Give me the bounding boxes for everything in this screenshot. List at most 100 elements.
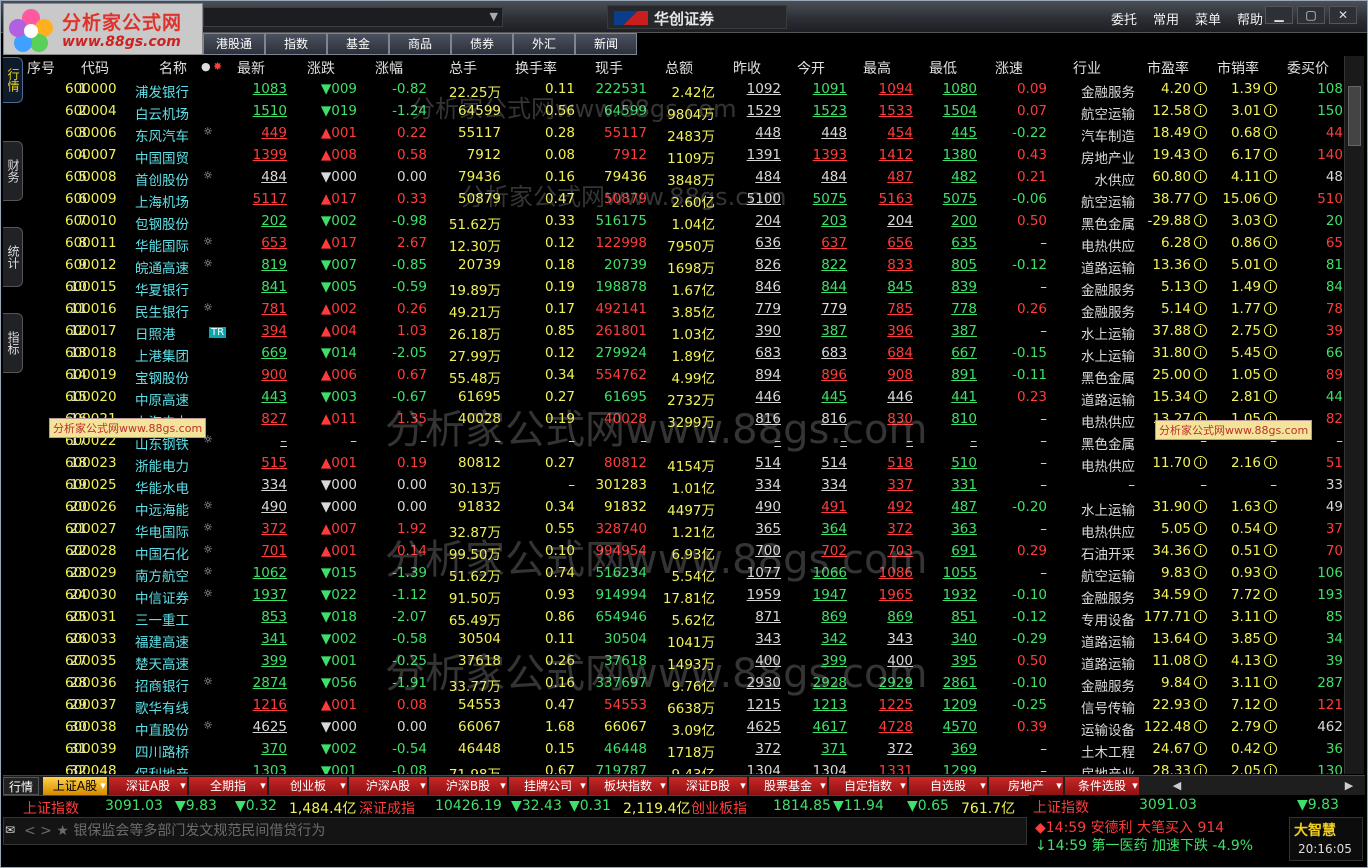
info-circle-icon[interactable]: i bbox=[1194, 742, 1207, 755]
info-circle-icon[interactable]: i bbox=[1194, 236, 1207, 249]
column-header[interactable]: 昨收 bbox=[733, 58, 761, 78]
tab-commodity[interactable]: 商品 bbox=[389, 33, 451, 55]
column-header[interactable]: 序号 bbox=[27, 58, 55, 78]
info-circle-icon[interactable]: i bbox=[1194, 544, 1207, 557]
info-circle-icon[interactable]: i bbox=[1264, 258, 1277, 271]
vertical-scrollbar[interactable] bbox=[1344, 56, 1364, 774]
info-circle-icon[interactable]: i bbox=[1264, 126, 1277, 139]
table-row[interactable]: 19 600025 华能水电 334 ▼000 0.00 30.13万 –301283 1.01… bbox=[25, 474, 1343, 497]
info-circle-icon[interactable]: i bbox=[1194, 148, 1207, 161]
tab-index[interactable]: 指数 bbox=[265, 33, 327, 55]
info-circle-icon[interactable]: i bbox=[1264, 566, 1277, 579]
menu-main[interactable]: 菜单 bbox=[1195, 9, 1221, 28]
info-circle-icon[interactable]: i bbox=[1194, 346, 1207, 359]
table-row[interactable]: 28 600036 招商银行 2874 ▼056 -1.91 33.77万 0.16 33769… bbox=[25, 672, 1343, 695]
index-name[interactable]: 上证指数 bbox=[23, 798, 79, 818]
arrow-right-icon[interactable]: ▶ bbox=[1341, 777, 1357, 795]
alert-ticker[interactable]: ◆14:59 安德利 大笔买入 914 ↓14:59 第一医药 加速下跌 -4.… bbox=[1031, 817, 1285, 861]
tab-bond[interactable]: 债券 bbox=[451, 33, 513, 55]
info-circle-icon[interactable]: i bbox=[1264, 588, 1277, 601]
column-header[interactable]: 涨幅 bbox=[375, 58, 403, 78]
tab-fund[interactable]: 基金 bbox=[327, 33, 389, 55]
table-row[interactable]: 4 600007 中国国贸 1399 ▲008 0.58 7912 0.08 7912 1109万… bbox=[25, 144, 1343, 167]
info-circle-icon[interactable]: i bbox=[1264, 192, 1277, 205]
close-button[interactable]: ✕ bbox=[1329, 6, 1357, 24]
info-circle-icon[interactable]: i bbox=[1194, 610, 1207, 623]
column-header[interactable]: 市盈率 bbox=[1147, 58, 1189, 78]
info-circle-icon[interactable]: i bbox=[1194, 214, 1207, 227]
menu-trade[interactable]: 委托 bbox=[1111, 9, 1137, 28]
info-circle-icon[interactable]: i bbox=[1264, 104, 1277, 117]
info-circle-icon[interactable]: i bbox=[1194, 192, 1207, 205]
table-row[interactable]: 18 600023 浙能电力 515 ▲001 0.19 80812 0.27 80812 415… bbox=[25, 452, 1343, 475]
dzh-logo[interactable]: 大智慧 bbox=[1294, 820, 1336, 840]
info-circle-icon[interactable]: i bbox=[1264, 632, 1277, 645]
info-circle-icon[interactable]: i bbox=[1194, 390, 1207, 403]
index-name[interactable]: 深证成指 bbox=[359, 798, 415, 818]
info-circle-icon[interactable]: i bbox=[1264, 390, 1277, 403]
info-circle-icon[interactable]: i bbox=[1194, 676, 1207, 689]
info-circle-icon[interactable]: i bbox=[1264, 676, 1277, 689]
table-row[interactable]: 25 600031 三一重工 853 ▼018 -2.07 65.49万 0.86 654946… bbox=[25, 606, 1343, 629]
info-circle-icon[interactable]: i bbox=[1194, 698, 1207, 711]
table-row[interactable]: 7 600010 包钢股份 202 ▼002 -0.98 51.62万 0.33 516175 1… bbox=[25, 210, 1343, 233]
column-header[interactable]: 换手率 bbox=[515, 58, 557, 78]
table-row[interactable]: 10 600015 华夏银行 841 ▼005 -0.59 19.89万 0.19 198878… bbox=[25, 276, 1343, 299]
info-circle-icon[interactable]: i bbox=[1264, 82, 1277, 95]
info-circle-icon[interactable]: i bbox=[1264, 324, 1277, 337]
table-row[interactable]: 26 600033 福建高速 341 ▼002 -0.58 30504 0.11 30504 10… bbox=[25, 628, 1343, 651]
info-circle-icon[interactable]: i bbox=[1264, 280, 1277, 293]
info-circle-icon[interactable]: i bbox=[1194, 764, 1207, 774]
info-circle-icon[interactable]: i bbox=[1194, 82, 1207, 95]
table-row[interactable]: 3 600006 东风汽车 449 ▲001 0.22 55117 0.28 55117 2483… bbox=[25, 122, 1343, 145]
info-circle-icon[interactable]: i bbox=[1264, 236, 1277, 249]
info-circle-icon[interactable]: i bbox=[1194, 566, 1207, 579]
info-circle-icon[interactable]: i bbox=[1194, 104, 1207, 117]
table-row[interactable]: 1 600000 浦发银行 1083 ▼009 -0.82 22.25万 0.11 222531… bbox=[25, 78, 1343, 101]
news-marquee[interactable]: < > ★ 银保监会等多部门发文规范民间借贷行为 bbox=[3, 817, 1027, 845]
info-circle-icon[interactable]: i bbox=[1194, 280, 1207, 293]
column-header[interactable]: 总手 bbox=[449, 58, 477, 78]
column-header[interactable]: 名称 bbox=[159, 58, 187, 78]
table-row[interactable]: 6 600009 上海机场 5117 ▲017 0.33 50879 0.47 50879 2.6… bbox=[25, 188, 1343, 211]
info-circle-icon[interactable]: i bbox=[1264, 610, 1277, 623]
info-circle-icon[interactable]: i bbox=[1264, 500, 1277, 513]
info-circle-icon[interactable]: i bbox=[1194, 324, 1207, 337]
arrow-left-icon[interactable]: ◀ bbox=[1169, 777, 1185, 795]
table-row[interactable]: 12 600017 日照港 394 ▲004 1.03 26.18万 0.85 261801 1.… bbox=[25, 320, 1343, 343]
sidetab-quote[interactable]: 行情 bbox=[3, 57, 23, 103]
sidetab-stats[interactable]: 统计 bbox=[3, 227, 23, 287]
table-row[interactable]: 15 600020 中原高速 443 ▼003 -0.67 61695 0.27 61695 27… bbox=[25, 386, 1343, 409]
info-circle-icon[interactable]: i bbox=[1264, 170, 1277, 183]
menu-help[interactable]: 帮助 bbox=[1237, 9, 1263, 28]
info-circle-icon[interactable]: i bbox=[1194, 126, 1207, 139]
tab-hk-connect[interactable]: 港股通 bbox=[203, 33, 265, 55]
table-row[interactable]: 14 600019 宝钢股份 900 ▲006 0.67 55.48万 0.34 554762 4… bbox=[25, 364, 1343, 387]
table-row[interactable]: 23 600029 南方航空 1062 ▼015 -1.39 51.62万 0.74 51623… bbox=[25, 562, 1343, 585]
chevron-down-icon[interactable]: ▾ bbox=[1127, 777, 1143, 795]
column-header[interactable]: 今开 bbox=[797, 58, 825, 78]
info-circle-icon[interactable]: i bbox=[1264, 764, 1277, 774]
info-circle-icon[interactable]: i bbox=[1194, 632, 1207, 645]
info-circle-icon[interactable]: i bbox=[1264, 522, 1277, 535]
info-circle-icon[interactable]: i bbox=[1194, 368, 1207, 381]
info-circle-icon[interactable]: i bbox=[1194, 258, 1207, 271]
index-name[interactable]: 创业板指 bbox=[691, 798, 747, 818]
table-row[interactable]: 30 600038 中直股份 4625 ▼000 0.00 66067 1.68 66067 3.… bbox=[25, 716, 1343, 739]
info-circle-icon[interactable]: i bbox=[1264, 698, 1277, 711]
table-row[interactable]: 21 600027 华电国际 372 ▲007 1.92 32.87万 0.55 328740 1… bbox=[25, 518, 1343, 541]
scrollbar-thumb[interactable] bbox=[1348, 86, 1361, 146]
sidetab-indicator[interactable]: 指标 bbox=[3, 313, 23, 373]
table-row[interactable]: 11 600016 民生银行 781 ▲002 0.26 49.21万 0.17 492141 3… bbox=[25, 298, 1343, 321]
info-circle-icon[interactable]: i bbox=[1194, 500, 1207, 513]
menu-common[interactable]: 常用 bbox=[1153, 9, 1179, 28]
info-circle-icon[interactable]: i bbox=[1264, 742, 1277, 755]
table-row[interactable]: 27 600035 楚天高速 399 ▼001 -0.25 37618 0.26 37618 14… bbox=[25, 650, 1343, 673]
mail-icon[interactable]: ✉ bbox=[5, 823, 15, 837]
column-header[interactable]: 最高 bbox=[863, 58, 891, 78]
info-circle-icon[interactable]: i bbox=[1194, 522, 1207, 535]
info-circle-icon[interactable]: i bbox=[1264, 346, 1277, 359]
info-circle-icon[interactable]: i bbox=[1194, 588, 1207, 601]
info-circle-icon[interactable]: i bbox=[1194, 720, 1207, 733]
info-circle-icon[interactable]: i bbox=[1264, 368, 1277, 381]
